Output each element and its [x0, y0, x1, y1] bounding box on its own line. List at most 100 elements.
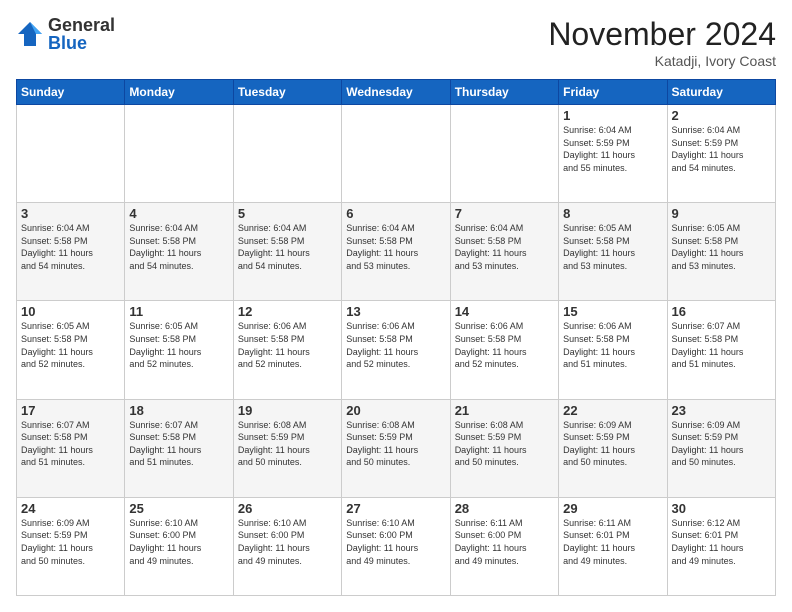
day-number: 24 — [21, 501, 120, 516]
col-header-thursday: Thursday — [450, 80, 558, 105]
day-info: Sunrise: 6:04 AM Sunset: 5:59 PM Dayligh… — [563, 124, 662, 174]
calendar-cell: 20Sunrise: 6:08 AM Sunset: 5:59 PM Dayli… — [342, 399, 450, 497]
calendar-cell: 15Sunrise: 6:06 AM Sunset: 5:58 PM Dayli… — [559, 301, 667, 399]
day-info: Sunrise: 6:10 AM Sunset: 6:00 PM Dayligh… — [346, 517, 445, 567]
day-number: 17 — [21, 403, 120, 418]
day-number: 23 — [672, 403, 771, 418]
title-block: November 2024 Katadji, Ivory Coast — [548, 16, 776, 69]
day-number: 30 — [672, 501, 771, 516]
calendar-cell: 22Sunrise: 6:09 AM Sunset: 5:59 PM Dayli… — [559, 399, 667, 497]
header: General Blue November 2024 Katadji, Ivor… — [16, 16, 776, 69]
calendar-cell: 23Sunrise: 6:09 AM Sunset: 5:59 PM Dayli… — [667, 399, 775, 497]
calendar-cell — [342, 105, 450, 203]
day-number: 9 — [672, 206, 771, 221]
logo-general: General — [48, 16, 115, 34]
calendar-cell: 8Sunrise: 6:05 AM Sunset: 5:58 PM Daylig… — [559, 203, 667, 301]
calendar: SundayMondayTuesdayWednesdayThursdayFrid… — [16, 79, 776, 596]
day-info: Sunrise: 6:06 AM Sunset: 5:58 PM Dayligh… — [563, 320, 662, 370]
calendar-cell: 27Sunrise: 6:10 AM Sunset: 6:00 PM Dayli… — [342, 497, 450, 595]
day-info: Sunrise: 6:11 AM Sunset: 6:00 PM Dayligh… — [455, 517, 554, 567]
day-info: Sunrise: 6:07 AM Sunset: 5:58 PM Dayligh… — [129, 419, 228, 469]
day-number: 25 — [129, 501, 228, 516]
calendar-cell: 14Sunrise: 6:06 AM Sunset: 5:58 PM Dayli… — [450, 301, 558, 399]
page: General Blue November 2024 Katadji, Ivor… — [0, 0, 792, 612]
day-number: 21 — [455, 403, 554, 418]
day-info: Sunrise: 6:04 AM Sunset: 5:58 PM Dayligh… — [238, 222, 337, 272]
calendar-cell: 19Sunrise: 6:08 AM Sunset: 5:59 PM Dayli… — [233, 399, 341, 497]
day-info: Sunrise: 6:08 AM Sunset: 5:59 PM Dayligh… — [238, 419, 337, 469]
calendar-cell: 9Sunrise: 6:05 AM Sunset: 5:58 PM Daylig… — [667, 203, 775, 301]
day-info: Sunrise: 6:05 AM Sunset: 5:58 PM Dayligh… — [563, 222, 662, 272]
calendar-cell: 30Sunrise: 6:12 AM Sunset: 6:01 PM Dayli… — [667, 497, 775, 595]
calendar-cell: 2Sunrise: 6:04 AM Sunset: 5:59 PM Daylig… — [667, 105, 775, 203]
day-number: 28 — [455, 501, 554, 516]
day-number: 13 — [346, 304, 445, 319]
week-row-2: 10 Sunrise: 6:05 AM Sunset: 5:58 PM Dayli… — [17, 301, 776, 399]
day-info: Sunrise: 6:09 AM Sunset: 5:59 PM Dayligh… — [21, 517, 120, 567]
day-info: Sunrise: 6:04 AM Sunset: 5:59 PM Dayligh… — [672, 124, 771, 174]
day-info: Sunrise: 6:07 AM Sunset: 5:58 PM Dayligh… — [672, 320, 771, 370]
day-number: 15 — [563, 304, 662, 319]
header-row: SundayMondayTuesdayWednesdayThursdayFrid… — [17, 80, 776, 105]
day-number: 22 — [563, 403, 662, 418]
calendar-cell: 13Sunrise: 6:06 AM Sunset: 5:58 PM Dayli… — [342, 301, 450, 399]
calendar-cell: 24Sunrise: 6:09 AM Sunset: 5:59 PM Dayli… — [17, 497, 125, 595]
day-number: 12 — [238, 304, 337, 319]
day-info: Sunrise: 6:04 AM Sunset: 5:58 PM Dayligh… — [21, 222, 120, 272]
calendar-cell — [450, 105, 558, 203]
day-info: Sunrise: 6:09 AM Sunset: 5:59 PM Dayligh… — [563, 419, 662, 469]
calendar-cell: 12Sunrise: 6:06 AM Sunset: 5:58 PM Dayli… — [233, 301, 341, 399]
calendar-cell — [17, 105, 125, 203]
day-info: Sunrise: 6:06 AM Sunset: 5:58 PM Dayligh… — [238, 320, 337, 370]
calendar-cell: 10Sunrise: 6:05 AM Sunset: 5:58 PM Dayli… — [17, 301, 125, 399]
calendar-cell: 6Sunrise: 6:04 AM Sunset: 5:58 PM Daylig… — [342, 203, 450, 301]
calendar-cell: 26Sunrise: 6:10 AM Sunset: 6:00 PM Dayli… — [233, 497, 341, 595]
week-row-3: 17Sunrise: 6:07 AM Sunset: 5:58 PM Dayli… — [17, 399, 776, 497]
day-info: Sunrise: 6:08 AM Sunset: 5:59 PM Dayligh… — [455, 419, 554, 469]
col-header-friday: Friday — [559, 80, 667, 105]
day-info: Sunrise: 6:04 AM Sunset: 5:58 PM Dayligh… — [129, 222, 228, 272]
day-number: 27 — [346, 501, 445, 516]
day-number: 11 — [129, 304, 228, 319]
calendar-cell: 28Sunrise: 6:11 AM Sunset: 6:00 PM Dayli… — [450, 497, 558, 595]
day-info: Sunrise: 6:05 AM Sunset: 5:58 PM Dayligh… — [129, 320, 228, 370]
day-number: 5 — [238, 206, 337, 221]
calendar-cell: 29Sunrise: 6:11 AM Sunset: 6:01 PM Dayli… — [559, 497, 667, 595]
day-number: 3 — [21, 206, 120, 221]
day-number: 16 — [672, 304, 771, 319]
day-number: 10 — [21, 304, 120, 319]
day-number: 29 — [563, 501, 662, 516]
logo: General Blue — [16, 16, 115, 52]
col-header-wednesday: Wednesday — [342, 80, 450, 105]
calendar-cell: 16Sunrise: 6:07 AM Sunset: 5:58 PM Dayli… — [667, 301, 775, 399]
day-number: 18 — [129, 403, 228, 418]
day-number: 8 — [563, 206, 662, 221]
col-header-saturday: Saturday — [667, 80, 775, 105]
day-number: 7 — [455, 206, 554, 221]
day-number: 14 — [455, 304, 554, 319]
calendar-cell — [125, 105, 233, 203]
week-row-4: 24Sunrise: 6:09 AM Sunset: 5:59 PM Dayli… — [17, 497, 776, 595]
day-info: Sunrise: 6:05 AM Sunset: 5:58 PM Dayligh… — [672, 222, 771, 272]
day-info: Sunrise: 6:06 AM Sunset: 5:58 PM Dayligh… — [455, 320, 554, 370]
calendar-cell: 1Sunrise: 6:04 AM Sunset: 5:59 PM Daylig… — [559, 105, 667, 203]
week-row-1: 3Sunrise: 6:04 AM Sunset: 5:58 PM Daylig… — [17, 203, 776, 301]
day-info: Sunrise: 6:09 AM Sunset: 5:59 PM Dayligh… — [672, 419, 771, 469]
logo-icon — [16, 20, 44, 48]
calendar-cell: 25Sunrise: 6:10 AM Sunset: 6:00 PM Dayli… — [125, 497, 233, 595]
month-title: November 2024 — [548, 16, 776, 53]
calendar-cell: 11Sunrise: 6:05 AM Sunset: 5:58 PM Dayli… — [125, 301, 233, 399]
day-number: 19 — [238, 403, 337, 418]
col-header-tuesday: Tuesday — [233, 80, 341, 105]
day-info: Sunrise: 6:10 AM Sunset: 6:00 PM Dayligh… — [129, 517, 228, 567]
calendar-cell: 5Sunrise: 6:04 AM Sunset: 5:58 PM Daylig… — [233, 203, 341, 301]
week-row-0: 1Sunrise: 6:04 AM Sunset: 5:59 PM Daylig… — [17, 105, 776, 203]
day-info: Sunrise: 6:10 AM Sunset: 6:00 PM Dayligh… — [238, 517, 337, 567]
day-info: Sunrise: 6:07 AM Sunset: 5:58 PM Dayligh… — [21, 419, 120, 469]
calendar-cell: 3Sunrise: 6:04 AM Sunset: 5:58 PM Daylig… — [17, 203, 125, 301]
day-info: Sunrise: 6:04 AM Sunset: 5:58 PM Dayligh… — [455, 222, 554, 272]
day-info: Sunrise: 6:12 AM Sunset: 6:01 PM Dayligh… — [672, 517, 771, 567]
logo-blue: Blue — [48, 34, 115, 52]
day-number: 6 — [346, 206, 445, 221]
day-info: Sunrise: 6:08 AM Sunset: 5:59 PM Dayligh… — [346, 419, 445, 469]
